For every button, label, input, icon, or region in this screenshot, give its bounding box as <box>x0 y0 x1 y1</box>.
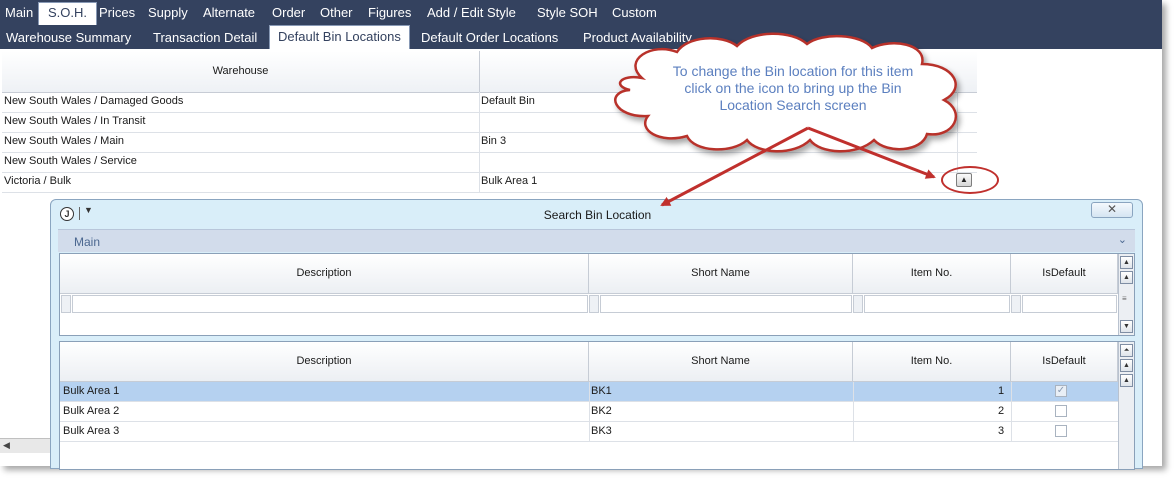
description-cell: Bulk Area 2 <box>63 405 120 417</box>
column-header-is-default[interactable]: IsDefault <box>1011 254 1118 293</box>
tab-default-bin-locations[interactable]: Default Bin Locations <box>269 25 410 49</box>
column-header-warehouse[interactable]: Warehouse <box>2 51 480 92</box>
menu-item-alternate[interactable]: Alternate <box>203 5 255 20</box>
callout-text: To change the Bin location for this item… <box>648 63 938 114</box>
scroll-down-icon[interactable]: ▼ <box>1120 320 1133 333</box>
warehouse-cell: New South Wales / In Transit <box>4 115 146 127</box>
results-vertical-scrollbar[interactable]: ⏶ ▲ ▲ <box>1118 342 1134 469</box>
item-no-cell: 1 <box>998 385 1005 397</box>
short-name-cell: BK1 <box>591 385 612 397</box>
is-default-checkbox[interactable] <box>1055 425 1067 437</box>
filter-short-name-input[interactable] <box>600 295 852 313</box>
description-cell: Bulk Area 1 <box>63 385 120 397</box>
column-header-item-no[interactable]: Item No. <box>853 254 1011 293</box>
is-default-checkbox[interactable]: ✓ <box>1055 385 1067 397</box>
dialog-title: Search Bin Location <box>543 208 652 222</box>
column-header-is-default[interactable]: IsDefault <box>1011 342 1118 381</box>
filter-vertical-scrollbar[interactable]: ▲ ▲ ≡ ▼ <box>1118 254 1134 335</box>
menu-item-supply[interactable]: Supply <box>148 5 188 20</box>
bin-cell: Bin 3 <box>481 135 507 147</box>
bin-cell: Bulk Area 1 <box>481 175 538 187</box>
table-row[interactable]: Bulk Area 2 BK2 2 <box>60 402 1118 422</box>
results-grid: Description Short Name Item No. IsDefaul… <box>59 341 1135 470</box>
filter-item-no-input[interactable] <box>864 295 1010 313</box>
section-header-main[interactable]: Main ⌄ <box>58 229 1135 252</box>
section-label: Main <box>74 235 101 249</box>
warehouse-cell: New South Wales / Main <box>4 135 125 147</box>
description-cell: Bulk Area 3 <box>63 425 120 437</box>
column-header-description[interactable]: Description <box>60 254 589 293</box>
item-no-cell: 2 <box>998 405 1005 417</box>
close-icon: ✕ <box>1106 202 1118 216</box>
bin-cell: Default Bin <box>481 95 535 107</box>
table-row[interactable]: Bulk Area 3 BK3 3 <box>60 422 1118 442</box>
callout-line: Location Search screen <box>719 97 867 113</box>
tab-transaction-detail[interactable]: Transaction Detail <box>153 30 257 45</box>
item-no-cell: 3 <box>998 425 1005 437</box>
scroll-top-icon[interactable]: ▲ <box>1120 271 1133 284</box>
menu-item-soh[interactable]: S.O.H. <box>38 2 98 25</box>
filter-grid-header: Description Short Name Item No. IsDefaul… <box>60 254 1118 294</box>
horizontal-scrollbar[interactable]: ◀ <box>0 438 52 453</box>
tab-default-order-locations[interactable]: Default Order Locations <box>421 30 558 45</box>
scroll-up-icon[interactable]: ▲ <box>1120 374 1133 387</box>
highlight-circle <box>941 166 999 194</box>
scroll-page-up-icon[interactable]: ▲ <box>1120 359 1133 372</box>
menu-bar: Main S.O.H. Prices Supply Alternate Orde… <box>0 0 1162 25</box>
callout-line: To change the Bin location for this item <box>672 63 914 79</box>
table-row[interactable]: Bulk Area 1 BK1 1 ✓ <box>60 382 1118 402</box>
short-name-cell: BK3 <box>591 425 612 437</box>
menu-item-main[interactable]: Main <box>5 5 33 20</box>
filter-description-input[interactable] <box>72 295 588 313</box>
scroll-grip-icon[interactable]: ≡ <box>1122 294 1127 303</box>
callout-line: click on the icon to bring up the Bin <box>684 80 902 96</box>
menu-item-prices[interactable]: Prices <box>99 5 135 20</box>
menu-item-order[interactable]: Order <box>272 5 305 20</box>
warehouse-cell: New South Wales / Damaged Goods <box>4 95 184 107</box>
search-bin-location-dialog: J ▼ Search Bin Location ✕ Main ⌄ Descrip… <box>50 199 1143 470</box>
scroll-left-icon: ◀ <box>3 440 10 450</box>
menu-item-other[interactable]: Other <box>320 5 353 20</box>
close-button[interactable]: ✕ <box>1091 202 1133 218</box>
warehouse-cell: Victoria / Bulk <box>4 175 72 187</box>
filter-row <box>60 294 1118 314</box>
table-row[interactable]: Victoria / Bulk Bulk Area 1 <box>2 172 977 193</box>
column-header-item-no[interactable]: Item No. <box>853 342 1011 381</box>
filter-grid: Description Short Name Item No. IsDefaul… <box>59 253 1135 336</box>
results-grid-header: Description Short Name Item No. IsDefaul… <box>60 342 1118 382</box>
column-header-short-name[interactable]: Short Name <box>589 342 853 381</box>
scroll-top-icon[interactable]: ⏶ <box>1120 344 1133 357</box>
is-default-checkbox[interactable] <box>1055 405 1067 417</box>
menu-item-add-edit-style[interactable]: Add / Edit Style <box>427 5 516 20</box>
short-name-cell: BK2 <box>591 405 612 417</box>
menu-item-style-soh[interactable]: Style SOH <box>537 5 598 20</box>
menu-item-figures[interactable]: Figures <box>368 5 411 20</box>
column-header-short-name[interactable]: Short Name <box>589 254 853 293</box>
collapse-chevron-icon[interactable]: ⌄ <box>1118 233 1127 246</box>
scroll-up-icon[interactable]: ▲ <box>1120 256 1133 269</box>
menu-item-custom[interactable]: Custom <box>612 5 657 20</box>
column-header-description[interactable]: Description <box>60 342 589 381</box>
filter-is-default-input[interactable] <box>1022 295 1117 313</box>
tab-warehouse-summary[interactable]: Warehouse Summary <box>6 30 131 45</box>
warehouse-cell: New South Wales / Service <box>4 155 137 167</box>
